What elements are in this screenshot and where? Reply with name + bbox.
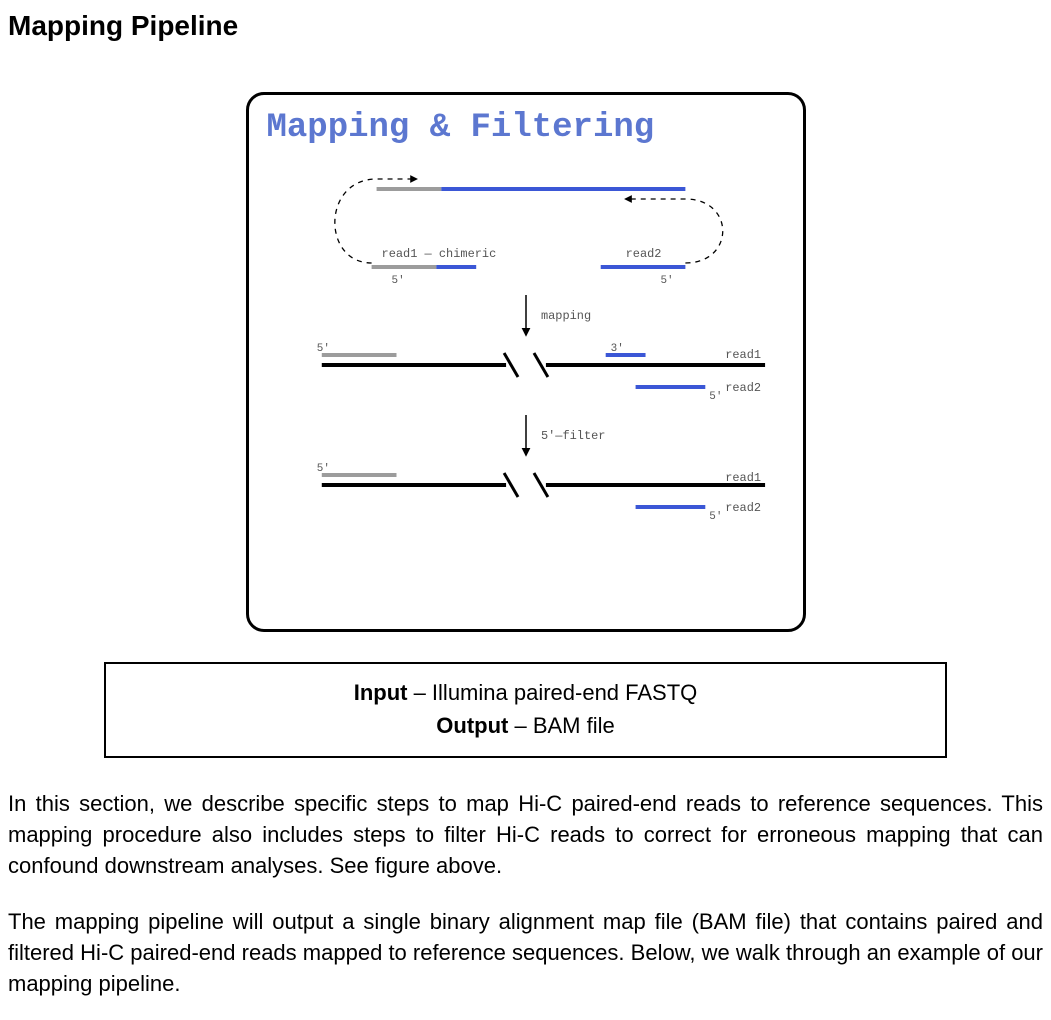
svg-text:5': 5' <box>316 343 329 355</box>
svg-text:3': 3' <box>610 343 623 355</box>
page-title: Mapping Pipeline <box>8 10 1043 42</box>
svg-text:read2: read2 <box>725 381 761 395</box>
svg-text:read2: read2 <box>625 247 661 261</box>
svg-text:5': 5' <box>316 463 329 475</box>
io-input-label: Input <box>354 680 408 705</box>
io-output-value: – BAM file <box>508 713 614 738</box>
svg-text:read1: read1 <box>725 348 761 362</box>
io-output-label: Output <box>436 713 508 738</box>
io-box: Input – Illumina paired-end FASTQ Output… <box>104 662 947 758</box>
svg-text:5': 5' <box>391 275 404 287</box>
svg-text:mapping: mapping <box>540 309 590 323</box>
svg-text:5': 5' <box>709 511 722 523</box>
paragraph-2: The mapping pipeline will output a singl… <box>8 906 1043 1000</box>
svg-text:read1: read1 <box>725 471 761 485</box>
svg-text:5': 5' <box>660 275 673 287</box>
figure-heading: Mapping & Filtering <box>267 109 785 147</box>
svg-text:read1 — chimeric: read1 — chimeric <box>381 247 496 261</box>
io-input-value: – Illumina paired-end FASTQ <box>407 680 697 705</box>
svg-text:read2: read2 <box>725 501 761 515</box>
svg-text:5'—filter: 5'—filter <box>540 429 605 443</box>
io-input-line: Input – Illumina paired-end FASTQ <box>116 676 935 709</box>
figure-container: Mapping & Filtering <box>8 92 1043 632</box>
mapping-diagram: read1 — chimeric read2 5' 5' mapping 5' … <box>267 155 785 595</box>
figure-box: Mapping & Filtering <box>246 92 806 632</box>
svg-text:5': 5' <box>709 391 722 403</box>
paragraph-1: In this section, we describe specific st… <box>8 788 1043 882</box>
io-output-line: Output – BAM file <box>116 709 935 742</box>
